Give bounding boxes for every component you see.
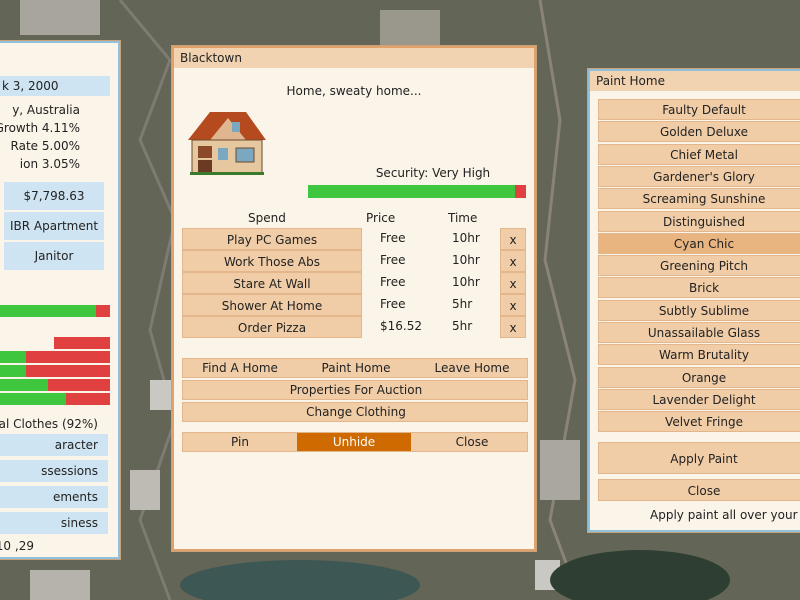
rate-stat: Rate 5.00% xyxy=(10,139,80,153)
need-bar-2-green xyxy=(0,351,26,363)
panel-controls: Pin Unhide Close xyxy=(182,432,528,452)
home-panel: Blacktown Home, sweaty home... Security:… xyxy=(172,46,536,551)
inflation-stat: ion 3.05% xyxy=(19,157,80,171)
apply-paint-button[interactable]: Apply Paint xyxy=(598,442,800,474)
paint-panel-title[interactable]: Paint Home xyxy=(590,71,800,91)
paint-option[interactable]: Golden Deluxe xyxy=(598,121,800,143)
activity-button[interactable]: Play PC Games xyxy=(182,228,362,250)
possessions-button[interactable]: ssessions xyxy=(0,460,108,482)
paint-option[interactable]: Gardener's Glory xyxy=(598,165,800,187)
panel-title[interactable]: Blacktown xyxy=(174,48,534,68)
activity-price: Free xyxy=(380,297,406,311)
need-bar-3-green xyxy=(0,365,26,377)
activity-button[interactable]: Stare At Wall xyxy=(182,272,362,294)
paint-hint: Apply paint all over your ho xyxy=(650,508,800,522)
activity-row: Stare At Wall Free 10hr x xyxy=(182,272,528,294)
activity-button[interactable]: Shower At Home xyxy=(182,294,362,316)
activity-time: 5hr xyxy=(452,319,473,333)
activity-price: $16.52 xyxy=(380,319,422,333)
paint-panel: Paint Home Faulty Default Golden Deluxe Ch… xyxy=(588,69,800,532)
security-bar xyxy=(308,185,526,198)
paint-option[interactable]: Unassailable Glass xyxy=(598,322,800,343)
activity-time: 10hr xyxy=(452,275,480,289)
unhide-button[interactable]: Unhide xyxy=(297,433,411,451)
remove-activity-button[interactable]: x xyxy=(500,250,526,272)
business-button[interactable]: siness xyxy=(0,512,108,534)
need-bar-3-red xyxy=(26,365,110,377)
stats-panel: k 3, 2000 y, Australia Growth 4.11% Rate… xyxy=(0,41,120,559)
activity-button[interactable]: Order Pizza xyxy=(182,316,362,338)
properties-auction-button[interactable]: Properties For Auction xyxy=(183,381,529,399)
close-button[interactable]: Close xyxy=(415,433,529,451)
activity-price: Free xyxy=(380,253,406,267)
growth-stat: Growth 4.11% xyxy=(0,121,80,135)
paint-option[interactable]: Orange xyxy=(598,366,800,388)
activity-price: Free xyxy=(380,231,406,245)
country-stat: y, Australia xyxy=(12,103,80,117)
paint-option[interactable]: Warm Brutality xyxy=(598,344,800,366)
home-button[interactable]: IBR Apartment xyxy=(4,212,104,240)
paint-option[interactable]: Lavender Delight xyxy=(598,388,800,410)
change-clothing-button[interactable]: Change Clothing xyxy=(183,403,529,421)
time-header: Time xyxy=(448,211,478,225)
activity-row: Play PC Games Free 10hr x xyxy=(182,228,528,250)
find-home-button[interactable]: Find A Home xyxy=(183,359,297,377)
money-display[interactable]: $7,798.63 xyxy=(4,182,104,210)
home-nav: Find A Home Paint Home Leave Home Proper… xyxy=(182,358,528,422)
coords-label: 29, 10) xyxy=(0,539,34,553)
paint-option[interactable]: Subtly Sublime xyxy=(598,299,800,321)
paint-option[interactable]: Greening Pitch xyxy=(598,255,800,277)
paint-close-button[interactable]: Close xyxy=(598,479,800,501)
paint-option[interactable]: Brick xyxy=(598,277,800,299)
activity-time: 5hr xyxy=(452,297,473,311)
need-bar-5-green xyxy=(0,393,66,405)
price-header: Price xyxy=(366,211,396,225)
activity-time: 10hr xyxy=(452,231,480,245)
activity-row: Work Those Abs Free 10hr x xyxy=(182,250,528,272)
activity-row: Shower At Home Free 5hr x xyxy=(182,294,528,316)
job-button[interactable]: Janitor xyxy=(4,242,104,270)
paint-option[interactable]: Faulty Default xyxy=(598,99,800,120)
leave-home-button[interactable]: Leave Home xyxy=(415,359,529,377)
need-bar-2-red xyxy=(26,351,110,363)
spend-header: Spend xyxy=(248,211,286,225)
paint-option[interactable]: Cyan Chic xyxy=(598,232,800,254)
paint-option[interactable]: Distinguished xyxy=(598,210,800,232)
house-icon xyxy=(188,112,266,175)
activity-button[interactable]: Work Those Abs xyxy=(182,250,362,272)
paint-option[interactable]: Chief Metal xyxy=(598,143,800,165)
activity-row: Order Pizza $16.52 5hr x xyxy=(182,316,528,338)
activity-time: 10hr xyxy=(452,253,480,267)
need-bar-4-green xyxy=(0,379,48,391)
pin-button[interactable]: Pin xyxy=(183,433,297,451)
remove-activity-button[interactable]: x xyxy=(500,316,526,338)
health-bar-deficit xyxy=(96,305,110,317)
remove-activity-button[interactable]: x xyxy=(500,272,526,294)
activity-price: Free xyxy=(380,275,406,289)
remove-activity-button[interactable]: x xyxy=(500,228,526,250)
paint-option[interactable]: Velvet Fringe xyxy=(598,411,800,433)
need-bar-4-red xyxy=(48,379,110,391)
clothes-stat: ual Clothes (92%) xyxy=(0,417,98,431)
security-bar-deficit xyxy=(515,185,526,198)
character-button[interactable]: aracter xyxy=(0,434,108,456)
achievements-button[interactable]: ements xyxy=(0,486,108,508)
need-bar-1-red xyxy=(54,337,110,349)
health-bar xyxy=(0,305,96,317)
security-label: Security: Very High xyxy=(375,166,491,180)
date-label: k 3, 2000 xyxy=(0,76,110,96)
need-bar-5-red xyxy=(66,393,110,405)
paint-option[interactable]: Screaming Sunshine xyxy=(598,188,800,210)
remove-activity-button[interactable]: x xyxy=(500,294,526,316)
home-subtitle: Home, sweaty home... xyxy=(286,84,422,98)
paint-home-button[interactable]: Paint Home xyxy=(299,359,413,377)
